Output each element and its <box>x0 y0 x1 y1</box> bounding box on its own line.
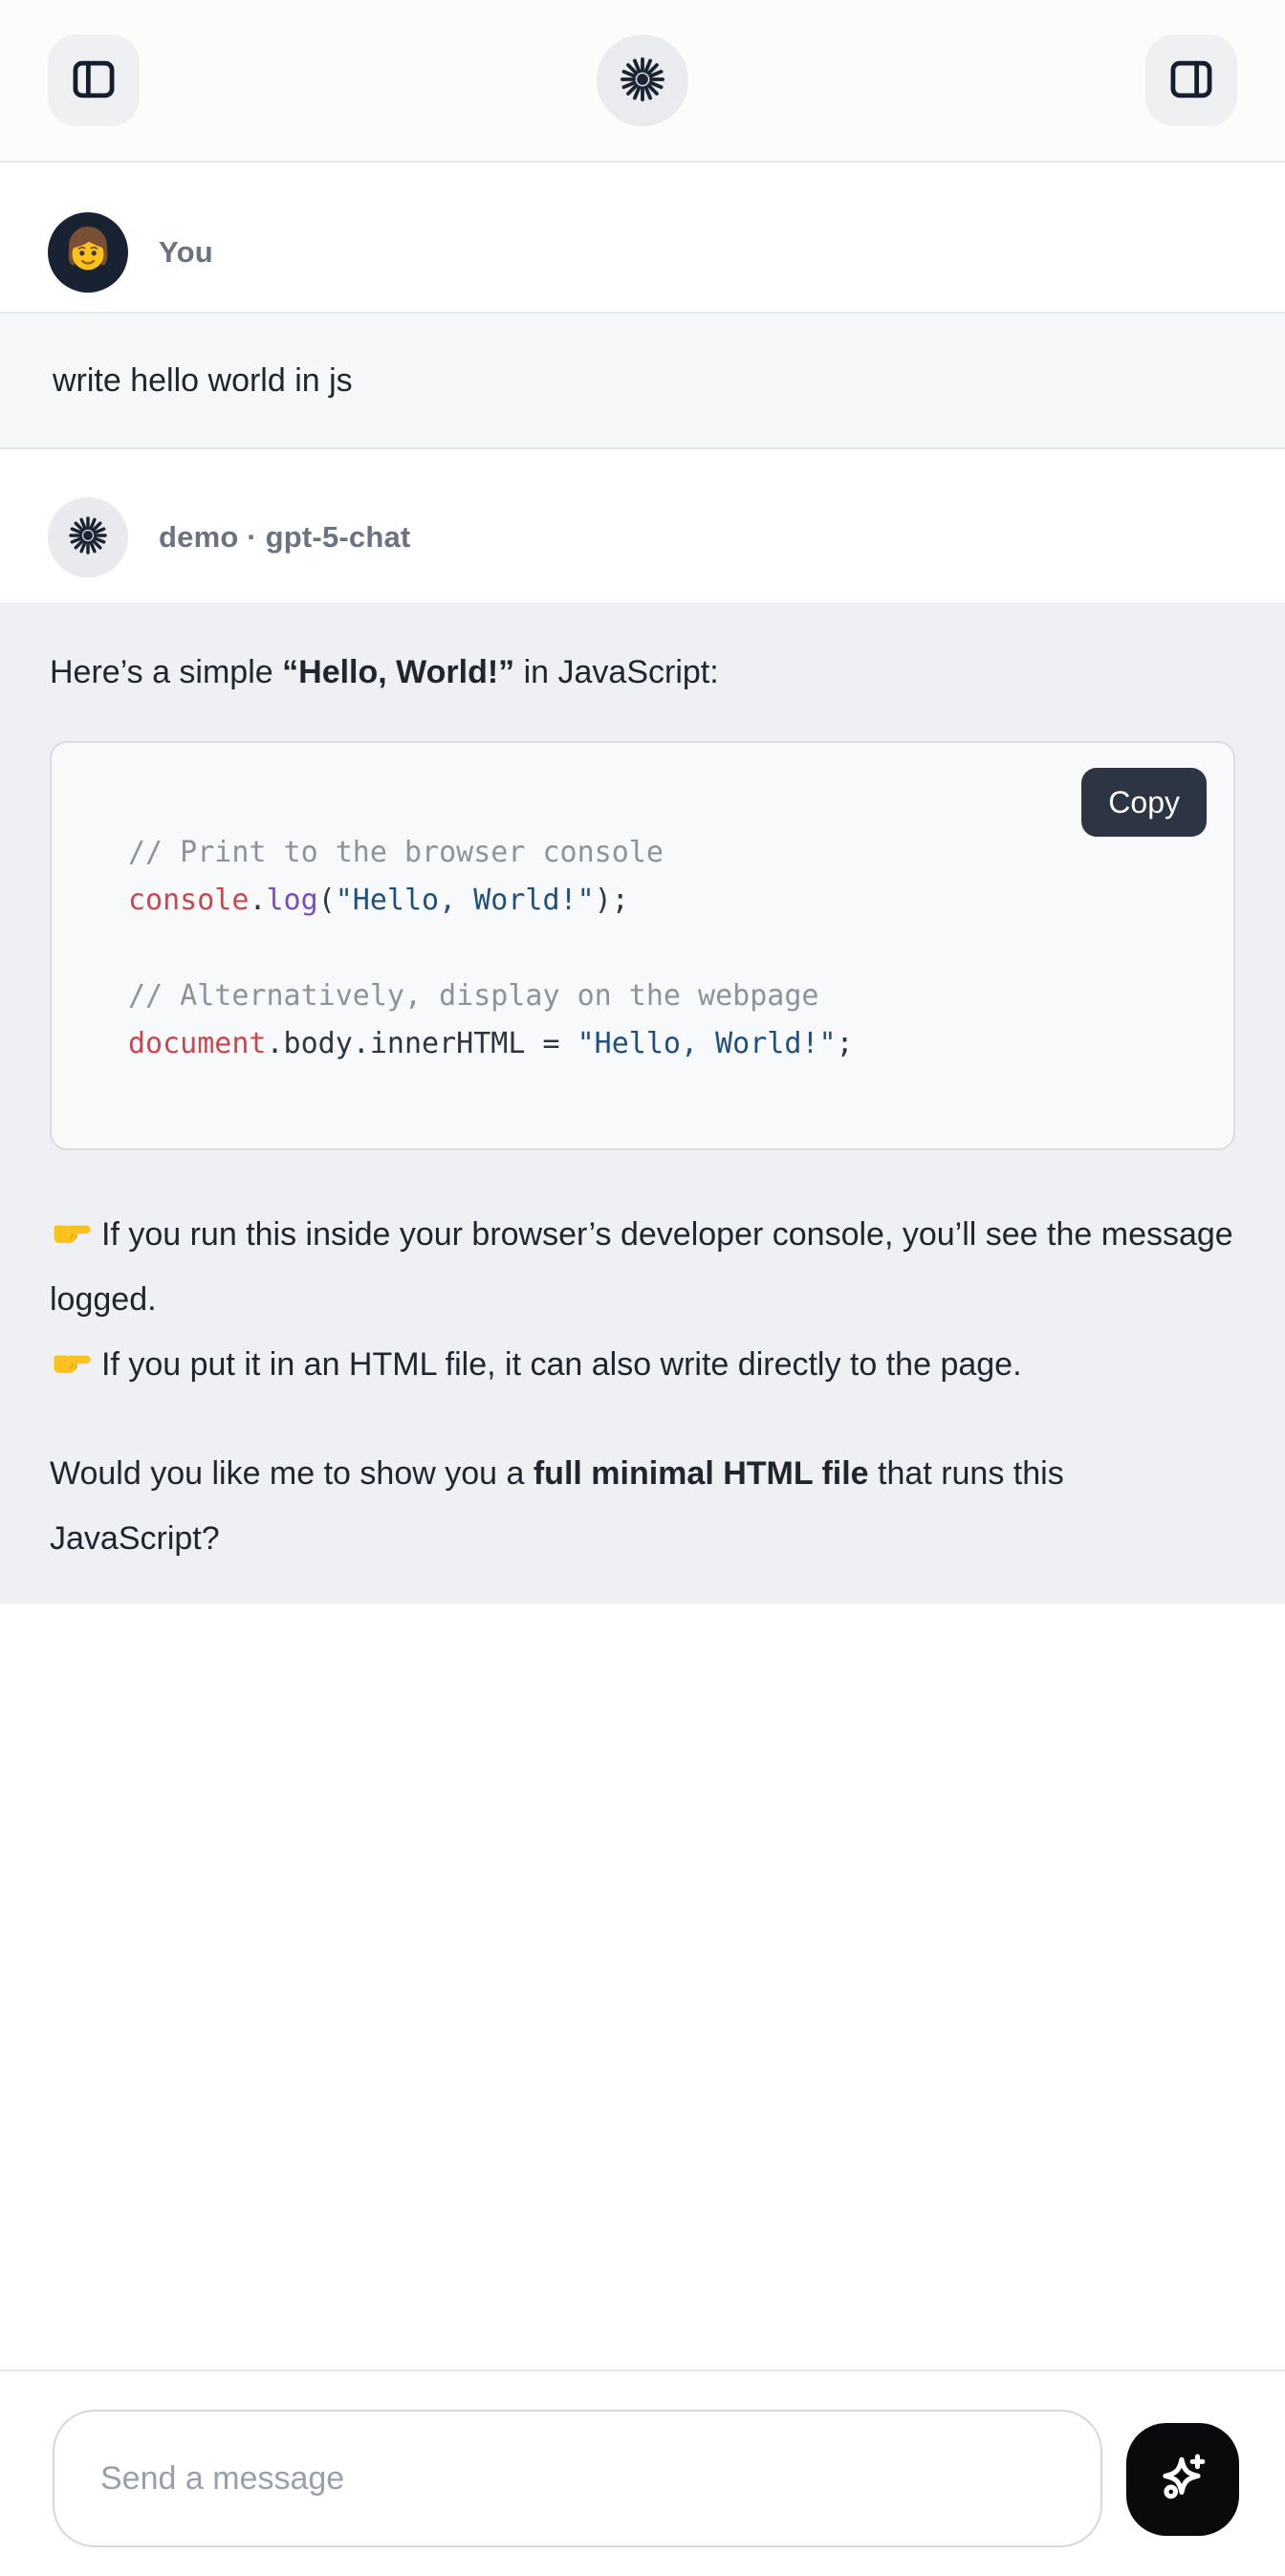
person-emoji-icon <box>58 221 118 285</box>
assistant-closing: Would you like me to show you a full min… <box>50 1441 1235 1571</box>
composer <box>0 2369 1285 2576</box>
user-sender-row: You <box>48 212 213 293</box>
assistant-avatar <box>48 497 128 578</box>
starburst-icon <box>66 513 110 562</box>
intro-bold: “Hello, World!” <box>282 654 514 690</box>
user-sender-label: You <box>159 235 213 270</box>
right-panel-toggle-button[interactable] <box>1145 34 1237 126</box>
user-avatar <box>48 212 128 293</box>
send-button[interactable] <box>1126 2423 1239 2536</box>
pointing-right-emoji <box>50 1208 94 1252</box>
paragraph-text: If you run this inside your browser’s de… <box>50 1216 1233 1318</box>
closing-prefix: Would you like me to show you a <box>50 1455 534 1492</box>
brand-button[interactable] <box>597 34 688 126</box>
code-lines: // Print to the browser consoleconsole.l… <box>128 829 1195 1068</box>
user-message-text: write hello world in js <box>53 362 353 400</box>
chat-page: You write hello world in js <box>0 0 1285 2576</box>
assistant-paragraph: If you put it in an HTML file, it can al… <box>50 1332 1235 1397</box>
sidebar-toggle-button[interactable] <box>48 34 140 126</box>
top-bar <box>0 0 1285 163</box>
intro-prefix: Here’s a simple <box>50 654 282 690</box>
sparkles-icon <box>1152 2448 1213 2512</box>
paragraph-text: If you put it in an HTML file, it can al… <box>101 1346 1022 1383</box>
assistant-message: Here’s a simple “Hello, World!” in JavaS… <box>0 602 1285 1604</box>
pointing-right-emoji <box>50 1338 94 1382</box>
assistant-paragraph: If you run this inside your browser’s de… <box>50 1202 1235 1332</box>
assistant-sender-row: demo · gpt-5-chat <box>48 497 410 578</box>
panel-left-icon <box>69 55 119 107</box>
intro-suffix: in JavaScript: <box>514 654 719 690</box>
message-input[interactable] <box>53 2410 1102 2547</box>
starburst-icon <box>617 54 668 108</box>
closing-bold: full minimal HTML file <box>534 1455 869 1492</box>
panel-right-icon <box>1166 55 1216 107</box>
code-block: Copy // Print to the browser consolecons… <box>50 741 1235 1150</box>
assistant-intro: Here’s a simple “Hello, World!” in JavaS… <box>50 641 1235 705</box>
copy-button[interactable]: Copy <box>1081 768 1207 837</box>
assistant-sender-label: demo · gpt-5-chat <box>159 520 410 555</box>
user-message: write hello world in js <box>0 312 1285 449</box>
